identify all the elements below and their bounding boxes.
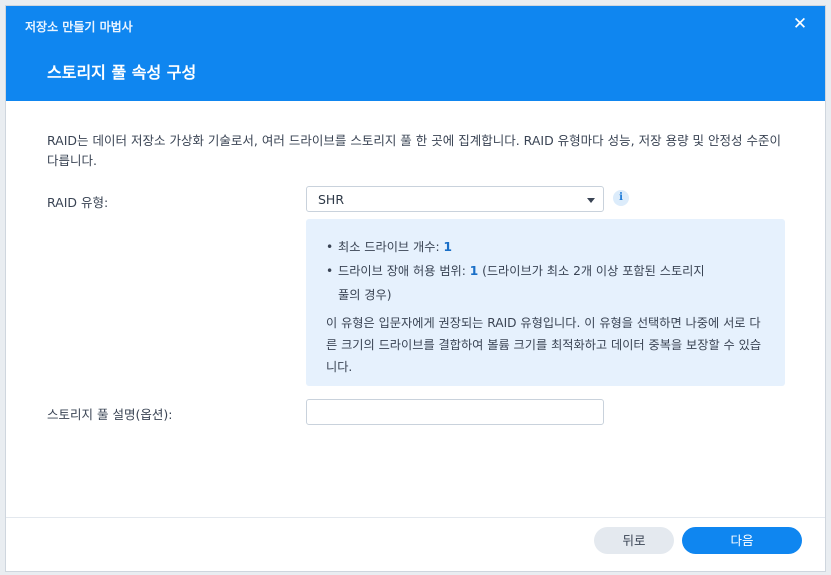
- footer-divider: [6, 517, 825, 518]
- pool-description-input[interactable]: [306, 399, 604, 425]
- fault-tolerance-label: 드라이브 장애 허용 범위:: [338, 264, 470, 278]
- step-title: 스토리지 풀 속성 구성: [47, 63, 197, 82]
- raid-type-select[interactable]: SHR: [306, 186, 604, 212]
- back-button[interactable]: 뒤로: [594, 527, 674, 554]
- raid-info-panel: • 최소 드라이브 개수: 1 • 드라이브 장애 허용 범위: 1 (드라이브…: [306, 219, 785, 386]
- fault-tolerance-note: (드라이브가 최소 2개 이상 포함된 스토리지: [478, 264, 705, 278]
- raid-type-label: RAID 유형:: [47, 195, 109, 210]
- raid-type-explanation: 이 유형은 입문자에게 권장되는 RAID 유형입니다. 이 유형을 선택하면 …: [326, 316, 762, 374]
- min-drives-value: 1: [443, 240, 452, 254]
- wizard-dialog: 저장소 만들기 마법사 ✕ 스토리지 풀 속성 구성 RAID는 데이터 저장소…: [5, 5, 826, 572]
- min-drives-label: 최소 드라이브 개수:: [338, 240, 444, 254]
- bullet-dot-icon: •: [326, 264, 334, 278]
- pool-description-label: 스토리지 풀 설명(옵션):: [47, 407, 173, 422]
- raid-type-selected-value: SHR: [318, 192, 345, 207]
- window-title: 저장소 만들기 마법사: [25, 20, 133, 34]
- fault-tolerance-note-continued: 풀의 경우): [338, 288, 392, 302]
- dialog-header: 저장소 만들기 마법사 ✕ 스토리지 풀 속성 구성: [6, 6, 825, 101]
- chevron-down-icon: [587, 198, 595, 203]
- fault-tolerance-value: 1: [469, 264, 479, 278]
- info-icon[interactable]: i: [613, 190, 629, 206]
- close-icon[interactable]: ✕: [791, 15, 809, 33]
- raid-description: RAID는 데이터 저장소 가상화 기술로서, 여러 드라이브를 스토리지 풀 …: [47, 133, 781, 168]
- next-button[interactable]: 다음: [682, 527, 802, 554]
- bullet-dot-icon: •: [326, 240, 334, 254]
